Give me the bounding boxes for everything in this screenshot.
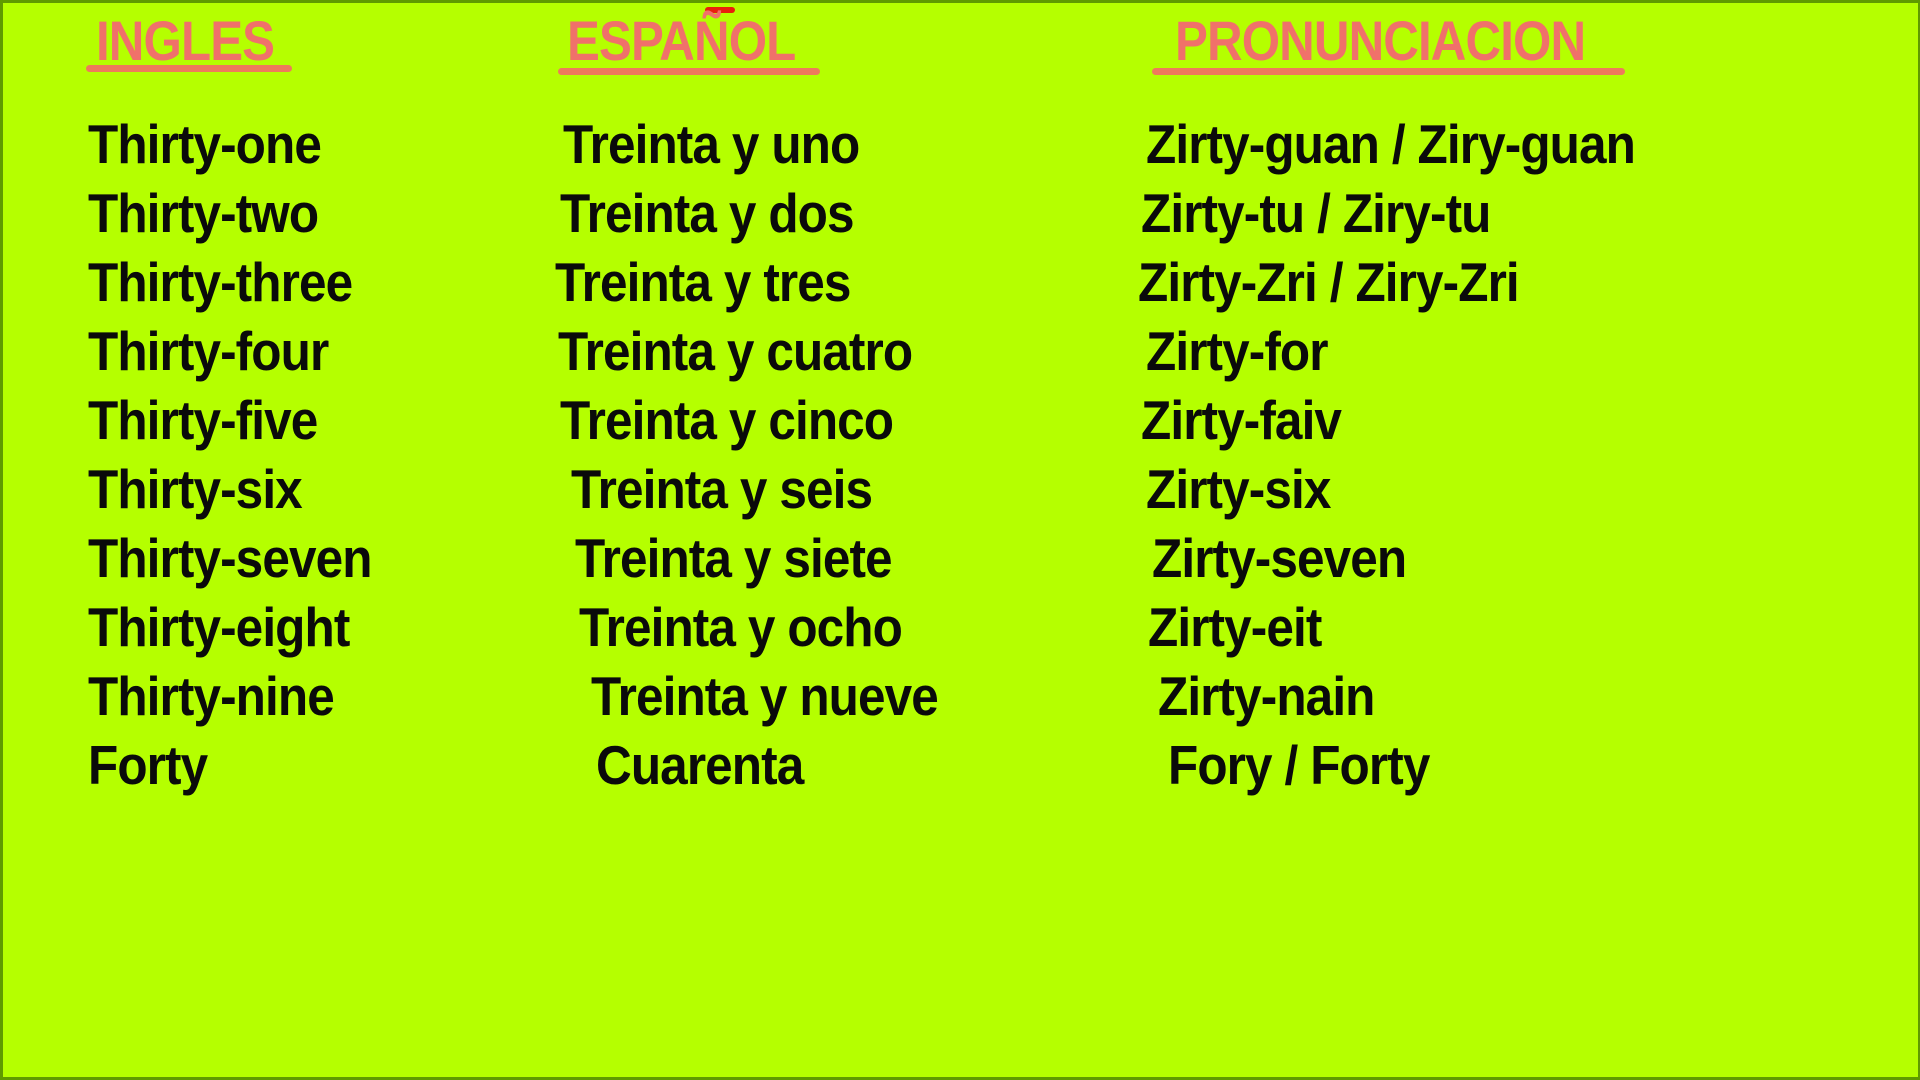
english-cell: Thirty-eight (88, 596, 350, 658)
spanish-cell: Treinta y uno (563, 113, 860, 175)
spanish-cell: Treinta y ocho (579, 596, 903, 658)
spanish-cell: Treinta y cuatro (558, 320, 913, 382)
english-cell: Forty (88, 734, 208, 796)
english-cell: Thirty-two (88, 182, 319, 244)
spanish-cell: Cuarenta (596, 734, 804, 796)
pronunciation-cell: Zirty-six (1146, 458, 1331, 520)
spanish-cell: Treinta y siete (575, 527, 893, 589)
pronunciation-cell: Zirty-tu / Ziry-tu (1141, 182, 1491, 244)
english-cell: Thirty-four (88, 320, 329, 382)
pronunciation-cell: Zirty-seven (1152, 527, 1407, 589)
header-english: INGLES (96, 9, 275, 72)
english-cell: Thirty-one (88, 113, 322, 175)
spanish-cell: Treinta y nueve (591, 665, 939, 727)
pronunciation-cell: Zirty-faiv (1141, 389, 1342, 451)
pronunciation-cell: Fory / Forty (1168, 734, 1430, 796)
english-cell: Thirty-six (88, 458, 303, 520)
spanish-cell: Treinta y cinco (560, 389, 894, 451)
pronunciation-cell: Zirty-nain (1158, 665, 1375, 727)
header-pronunciation-underline (1152, 68, 1625, 75)
pronunciation-cell: Zirty-guan / Ziry-guan (1146, 113, 1636, 175)
english-cell: Thirty-nine (88, 665, 335, 727)
pronunciation-cell: Zirty-Zri / Ziry-Zri (1138, 251, 1520, 313)
english-cell: Thirty-seven (88, 527, 372, 589)
spanish-cell: Treinta y seis (571, 458, 873, 520)
header-spanish: ESPAÑOL (567, 9, 796, 72)
english-cell: Thirty-five (88, 389, 318, 451)
spanish-cell: Treinta y tres (555, 251, 851, 313)
header-english-underline (86, 65, 292, 72)
english-cell: Thirty-three (88, 251, 353, 313)
header-spanish-underline (558, 68, 820, 75)
pronunciation-cell: Zirty-for (1146, 320, 1329, 382)
header-pronunciation: PRONUNCIACION (1175, 9, 1586, 72)
spanish-cell: Treinta y dos (560, 182, 855, 244)
pronunciation-cell: Zirty-eit (1148, 596, 1322, 658)
